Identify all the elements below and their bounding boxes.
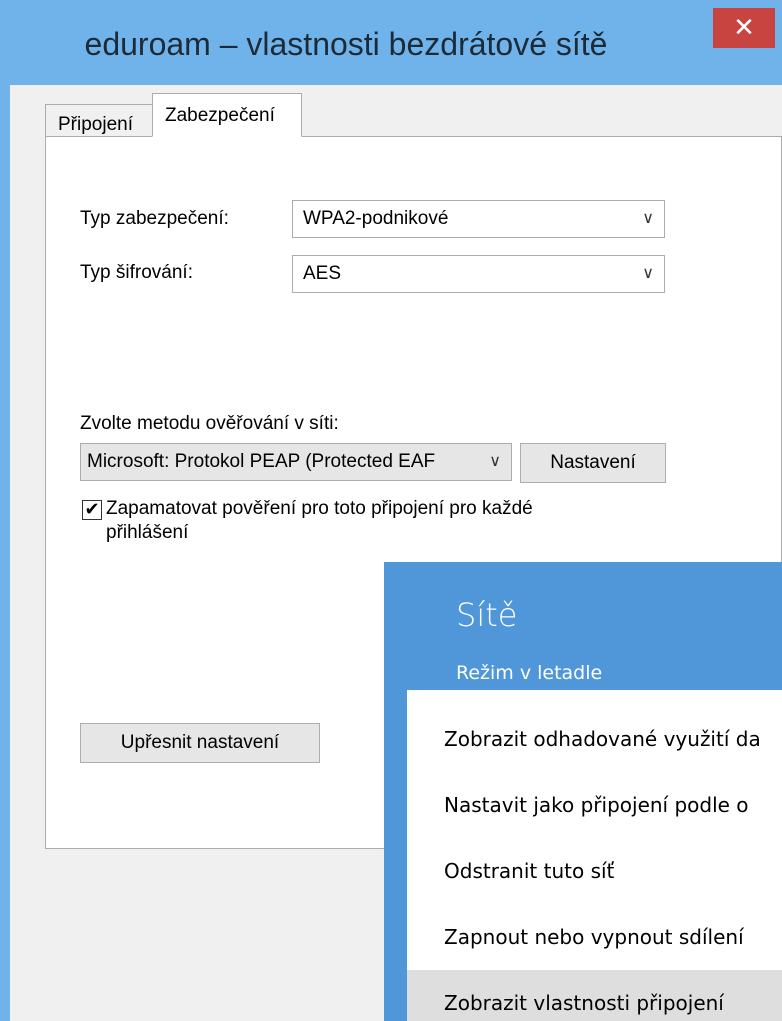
auth-method-label: Zvolte metodu ověřování v síti: (80, 413, 339, 434)
menu-item-toggle-sharing[interactable]: Zapnout nebo vypnout sdílení (407, 904, 782, 970)
auth-method-value: Microsoft: Protokol PEAP (Protected EAF (87, 451, 436, 472)
tab-security[interactable]: Zabezpečení (152, 93, 302, 137)
security-type-label: Typ zabezpečení: (80, 208, 229, 229)
menu-item-metered-connection[interactable]: Nastavit jako připojení podle o (407, 772, 782, 838)
title-bar[interactable]: eduroam – vlastnosti bezdrátové sítě ✕ (0, 0, 782, 85)
menu-item-view-properties[interactable]: Zobrazit vlastnosti připojení (407, 970, 782, 1021)
remember-credentials-label: Zapamatovat pověření pro toto připojení … (106, 498, 533, 519)
menu-item-estimated-usage[interactable]: Zobrazit odhadované využití da (407, 706, 782, 772)
flyout-title: Sítě (456, 596, 518, 634)
encryption-type-value: AES (303, 263, 342, 284)
remember-credentials-label-cont: přihlášení (106, 522, 189, 543)
security-type-select[interactable]: WPA2-podnikové ∨ (292, 200, 665, 238)
close-button[interactable]: ✕ (713, 8, 775, 48)
close-icon: ✕ (733, 13, 755, 43)
security-type-value: WPA2-podnikové (303, 208, 449, 229)
encryption-type-select[interactable]: AES ∨ (292, 255, 665, 293)
remember-credentials-checkbox[interactable]: ✔ (82, 500, 102, 520)
chevron-down-icon: ∨ (485, 444, 501, 480)
encryption-type-label: Typ šifrování: (80, 262, 193, 283)
network-context-menu: Zobrazit odhadované využití da Nastavit … (407, 690, 782, 1021)
settings-button[interactable]: Nastavení (520, 443, 666, 483)
chevron-down-icon: ∨ (642, 265, 654, 282)
window-title: eduroam – vlastnosti bezdrátové sítě (84, 26, 608, 62)
chevron-down-icon: ∨ (642, 210, 654, 227)
check-icon: ✔ (84, 499, 100, 520)
auth-method-select[interactable]: Microsoft: Protokol PEAP (Protected EAF … (80, 443, 512, 481)
airplane-mode-label[interactable]: Režim v letadle (456, 662, 602, 684)
advanced-settings-button[interactable]: Upřesnit nastavení (80, 723, 320, 763)
menu-item-forget-network[interactable]: Odstranit tuto síť (407, 838, 782, 904)
